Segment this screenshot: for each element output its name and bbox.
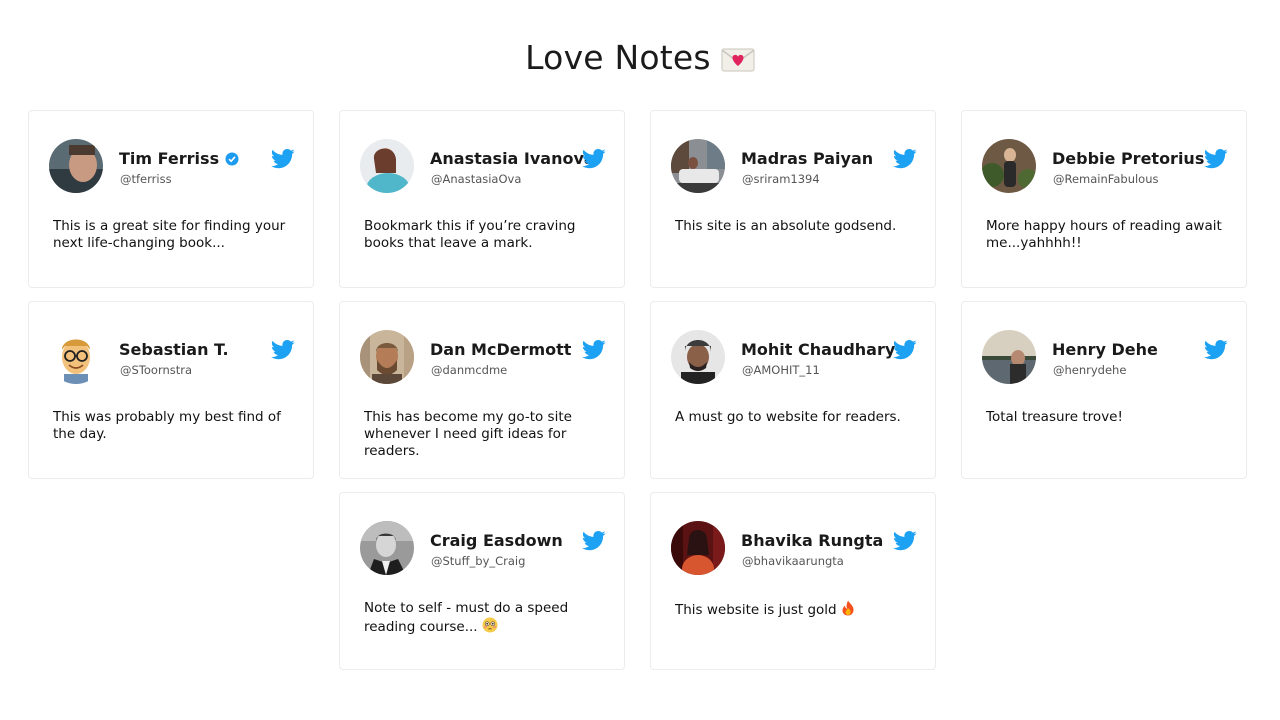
testimonial-card[interactable]: Debbie Pretorius @RemainFabulous More ha…	[961, 110, 1247, 288]
testimonial-card[interactable]: Dan McDermott @danmcdme This has become …	[339, 301, 625, 479]
page-title: Love Notes	[525, 38, 711, 77]
twitter-bird-icon[interactable]	[1204, 149, 1228, 169]
tweet-text: Note to self - must do a speed reading c…	[364, 600, 569, 635]
tweet-text: More happy hours of reading await me...y…	[986, 218, 1222, 251]
tweet-text: Bookmark this if you’re craving books th…	[364, 218, 576, 251]
tweet-text: This website is just gold	[675, 600, 925, 619]
testimonial-card[interactable]: Bhavika Rungta @bhavikaarungta This webs…	[650, 492, 936, 670]
user-name: Craig Easdown	[430, 531, 563, 550]
testimonials-page: Love Notes Tim Ferriss @tferriss This is…	[0, 0, 1280, 720]
avatar	[671, 521, 725, 575]
tweet-text: This was probably my best find of the da…	[53, 409, 281, 442]
twitter-bird-icon[interactable]	[893, 531, 917, 551]
page-header: Love Notes	[0, 38, 1280, 77]
tweet-text: Total treasure trove!	[986, 409, 1123, 425]
user-handle[interactable]: @tferriss	[120, 172, 172, 186]
tweet-text: This is a great site for finding your ne…	[53, 218, 286, 251]
testimonial-card[interactable]: Henry Dehe @henrydehe Total treasure tro…	[961, 301, 1247, 479]
user-handle[interactable]: @Stuff_by_Craig	[431, 554, 525, 568]
tweet-text: A must go to website for readers.	[675, 409, 901, 425]
avatar	[671, 139, 725, 193]
twitter-bird-icon[interactable]	[893, 149, 917, 169]
user-handle[interactable]: @AnastasiaOva	[431, 172, 521, 186]
twitter-bird-icon[interactable]	[582, 531, 606, 551]
user-name: Anastasia Ivanova	[430, 149, 595, 168]
tweet-text: This has become my go-to site whenever I…	[364, 409, 572, 459]
avatar	[360, 330, 414, 384]
user-handle[interactable]: @RemainFabulous	[1053, 172, 1159, 186]
user-handle[interactable]: @henrydehe	[1053, 363, 1126, 377]
testimonial-card[interactable]: Anastasia Ivanova @AnastasiaOva Bookmark…	[339, 110, 625, 288]
user-name: Debbie Pretorius	[1052, 149, 1205, 168]
avatar	[671, 330, 725, 384]
avatar	[49, 330, 103, 384]
user-handle[interactable]: @bhavikaarungta	[742, 554, 844, 568]
user-name: Tim Ferriss	[119, 149, 239, 168]
user-handle[interactable]: @AMOHIT_11	[742, 363, 820, 377]
user-handle[interactable]: @sriram1394	[742, 172, 820, 186]
twitter-bird-icon[interactable]	[271, 149, 295, 169]
testimonial-card[interactable]: Sebastian T. @SToornstra This was probab…	[28, 301, 314, 479]
avatar	[982, 330, 1036, 384]
user-handle[interactable]: @SToornstra	[120, 363, 192, 377]
fire-icon	[842, 600, 854, 616]
avatar	[360, 521, 414, 575]
testimonial-card[interactable]: Craig Easdown @Stuff_by_Craig Note to se…	[339, 492, 625, 670]
user-name: Bhavika Rungta	[741, 531, 884, 550]
flushed-face-icon	[482, 617, 498, 633]
user-name: Dan McDermott	[430, 340, 572, 359]
twitter-bird-icon[interactable]	[1204, 340, 1228, 360]
tweet-text: This site is an absolute godsend.	[675, 218, 897, 234]
testimonial-card[interactable]: Madras Paiyan @sriram1394 This site is a…	[650, 110, 936, 288]
avatar	[360, 139, 414, 193]
twitter-bird-icon[interactable]	[582, 340, 606, 360]
user-name: Madras Paiyan	[741, 149, 874, 168]
verified-badge-icon	[225, 152, 239, 165]
user-name: Mohit Chaudhary	[741, 340, 896, 359]
twitter-bird-icon[interactable]	[271, 340, 295, 360]
avatar	[49, 139, 103, 193]
user-handle[interactable]: @danmcdme	[431, 363, 507, 377]
user-name: Henry Dehe	[1052, 340, 1158, 359]
testimonial-card[interactable]: Tim Ferriss @tferriss This is a great si…	[28, 110, 314, 288]
user-name: Sebastian T.	[119, 340, 229, 359]
twitter-bird-icon[interactable]	[582, 149, 606, 169]
twitter-bird-icon[interactable]	[893, 340, 917, 360]
testimonial-card[interactable]: Mohit Chaudhary @AMOHIT_11 A must go to …	[650, 301, 936, 479]
love-letter-icon	[721, 48, 755, 71]
avatar	[982, 139, 1036, 193]
